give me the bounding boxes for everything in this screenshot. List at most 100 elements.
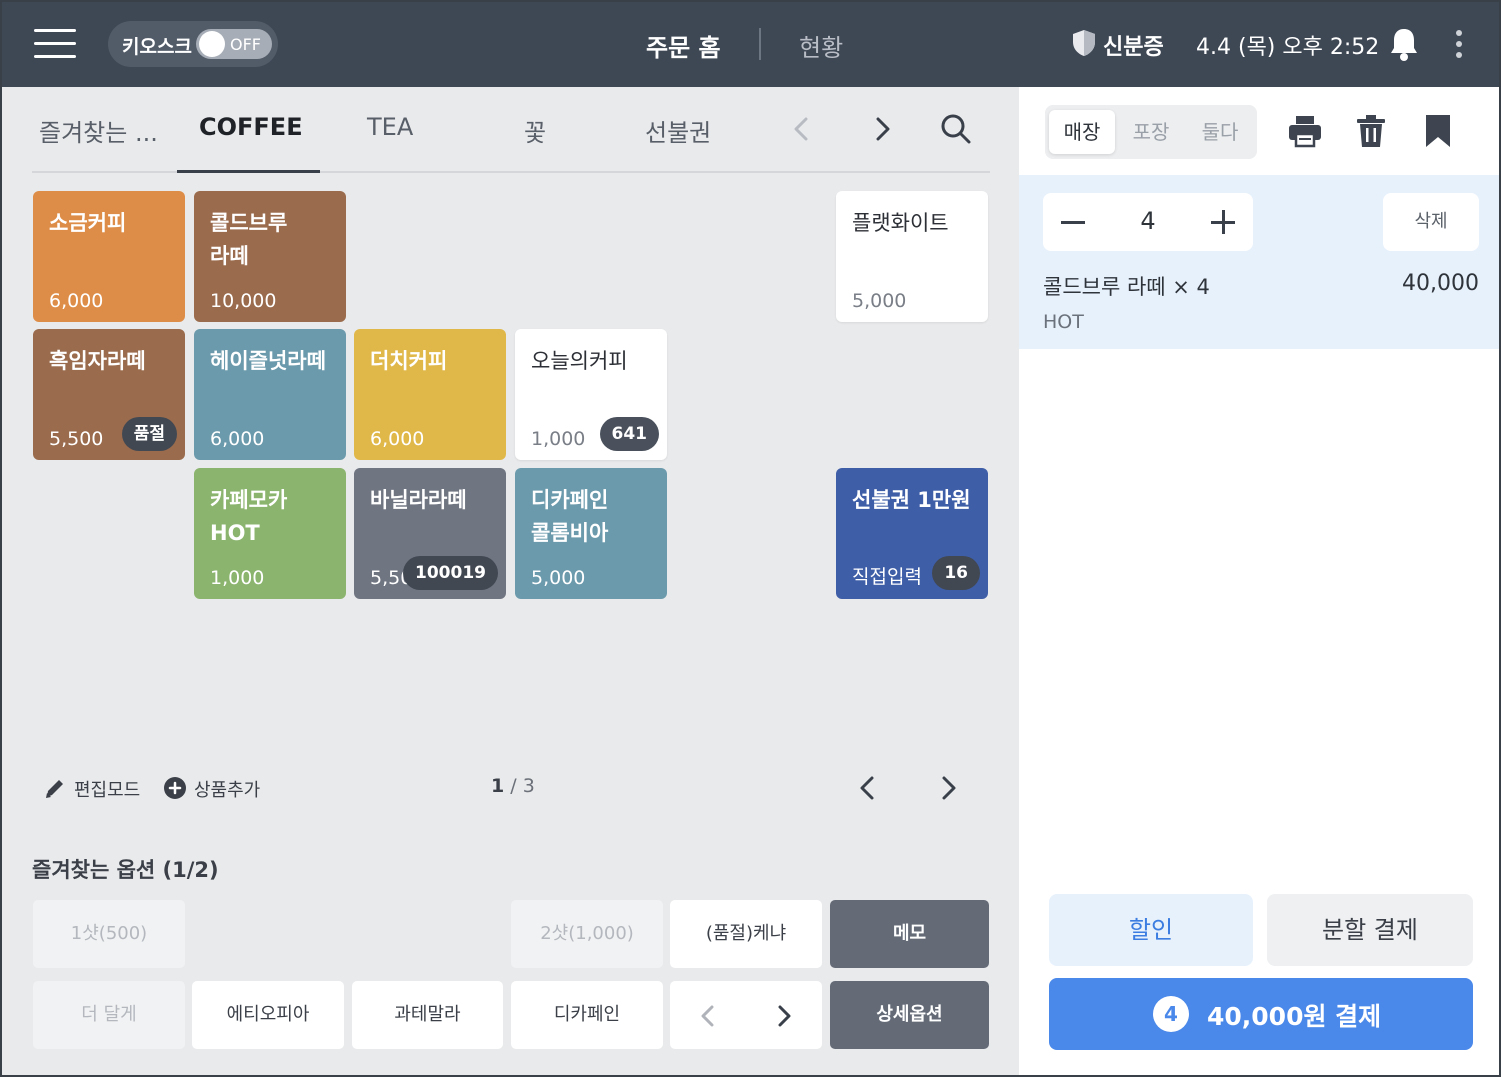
plus-circle-icon: [164, 777, 186, 799]
active-tab-indicator: [177, 170, 320, 173]
detail-options-button[interactable]: 상세옵션: [830, 981, 989, 1049]
product-name: 소금커피: [49, 211, 127, 235]
nav-divider: [759, 28, 761, 60]
product-price: 5,000: [531, 567, 586, 589]
product-name: 오늘의커피: [531, 349, 628, 373]
product-name: 흑임자라떼: [49, 349, 146, 373]
product-tile[interactable]: 오늘의커피 1,000 641: [515, 329, 667, 460]
kiosk-label: 키오스크: [122, 36, 192, 58]
order-item-name: 콜드브루 라떼 × 4: [1043, 275, 1210, 299]
order-panel: 매장 포장 둘다 4 삭제 콜드브루 라떼 × 4 40,000 HOT 할인 …: [1019, 87, 1499, 1075]
id-card-button[interactable]: 신분증: [1103, 29, 1164, 61]
page-indicator: 1 / 3: [491, 775, 535, 797]
search-icon[interactable]: [940, 113, 972, 145]
product-price: 6,000: [370, 428, 425, 450]
order-type-both[interactable]: 둘다: [1187, 110, 1253, 154]
product-price: 1,000: [531, 428, 586, 450]
option-button[interactable]: (품절)케냐: [670, 900, 822, 968]
page-current: 1: [491, 775, 505, 797]
chevron-right-icon[interactable]: [934, 772, 962, 804]
edit-mode-label: 편집모드: [74, 780, 141, 801]
quantity-stepper: 4: [1043, 193, 1253, 251]
hamburger-icon[interactable]: [34, 29, 76, 59]
plus-icon-vertical[interactable]: [1222, 210, 1225, 234]
chevron-right-icon[interactable]: [772, 1003, 796, 1029]
pay-item-count: 4: [1153, 996, 1189, 1032]
product-tile[interactable]: 흑임자라떼 5,500 품절: [33, 329, 185, 460]
product-price: 6,000: [49, 290, 104, 312]
product-tile[interactable]: 선불권 1만원 직접입력 16: [836, 468, 988, 599]
category-tabs: 즐겨찾는 ... COFFEE TEA 꽃 선불권: [32, 87, 990, 173]
kiosk-state: OFF: [230, 35, 261, 54]
top-bar: 키오스크 OFF 주문 홈 현황 신분증 4.4 (목) 오후 2:52: [2, 2, 1499, 87]
printer-icon[interactable]: [1287, 113, 1323, 149]
favorite-options-title: 즐겨찾는 옵션 (1/2): [32, 858, 219, 882]
product-name: 플랫화이트: [852, 211, 949, 235]
tab-flower[interactable]: 꽃: [524, 113, 546, 148]
trash-icon[interactable]: [1353, 113, 1389, 149]
product-price: 직접입력: [852, 566, 922, 588]
datetime: 4.4 (목) 오후 2:52: [1196, 35, 1380, 60]
product-tile[interactable]: 카페모카 HOT 1,000: [194, 468, 346, 599]
product-tile[interactable]: 디카페인 콜롬비아 5,000: [515, 468, 667, 599]
option-pager: [670, 981, 822, 1049]
product-name: 헤이즐넛라떼: [210, 349, 326, 373]
pencil-icon: [46, 780, 63, 798]
option-button[interactable]: 디카페인: [511, 981, 663, 1049]
shield-icon[interactable]: [1072, 29, 1096, 57]
product-name: 선불권 1만원: [852, 488, 971, 512]
option-button[interactable]: 더 달게: [33, 981, 185, 1049]
option-button[interactable]: 에티오피아: [192, 981, 344, 1049]
tab-coffee[interactable]: COFFEE: [199, 113, 303, 141]
product-price: 10,000: [210, 290, 277, 312]
order-type-segment: 매장 포장 둘다: [1045, 105, 1257, 159]
option-button[interactable]: 2샷(1,000): [511, 900, 663, 968]
product-tile[interactable]: 바닐라라떼 5,50 100019: [354, 468, 506, 599]
tab-favorites[interactable]: 즐겨찾는 ...: [39, 113, 158, 148]
chevron-left-icon[interactable]: [696, 1003, 720, 1029]
option-button[interactable]: 1샷(500): [33, 900, 185, 968]
bookmark-icon[interactable]: [1420, 113, 1456, 149]
order-type-dine-in[interactable]: 매장: [1049, 110, 1115, 154]
product-price: 5,000: [852, 290, 907, 312]
chevron-left-icon[interactable]: [854, 772, 882, 804]
product-price: 5,500: [49, 428, 104, 450]
order-line-item[interactable]: 4 삭제: [1019, 175, 1499, 349]
product-name: 콜드브루 라떼: [210, 211, 288, 268]
product-tile[interactable]: 콜드브루 라떼 10,000: [194, 191, 346, 322]
page-total: / 3: [504, 775, 535, 797]
order-item-option: HOT: [1043, 311, 1084, 333]
sold-out-badge: 품절: [121, 417, 177, 451]
product-tile[interactable]: 더치커피 6,000: [354, 329, 506, 460]
pay-button[interactable]: 4 40,000원 결제: [1049, 978, 1473, 1050]
discount-button[interactable]: 할인: [1049, 894, 1253, 966]
stock-badge: 16: [932, 556, 980, 590]
pos-screen: 키오스크 OFF 주문 홈 현황 신분증 4.4 (목) 오후 2:52 즐겨찾…: [0, 0, 1501, 1077]
bell-icon[interactable]: [1388, 26, 1420, 62]
delete-item-button[interactable]: 삭제: [1383, 193, 1479, 251]
product-tile[interactable]: 헤이즐넛라떼 6,000: [194, 329, 346, 460]
add-product-label: 상품추가: [194, 780, 261, 801]
product-tile[interactable]: 소금커피 6,000: [33, 191, 185, 322]
order-item-total: 40,000: [1402, 271, 1479, 296]
kiosk-toggle-group[interactable]: 키오스크 OFF: [108, 21, 278, 67]
tab-tea[interactable]: TEA: [367, 113, 413, 141]
more-vertical-icon[interactable]: [1452, 30, 1466, 58]
chevron-right-icon[interactable]: [868, 114, 896, 144]
nav-order-home[interactable]: 주문 홈: [646, 28, 721, 63]
kiosk-toggle-switch[interactable]: OFF: [196, 29, 272, 59]
product-name: 카페모카 HOT: [210, 488, 288, 545]
stock-badge: 100019: [403, 556, 498, 590]
product-tile[interactable]: 플랫화이트 5,000: [836, 191, 988, 322]
product-price: 1,000: [210, 567, 265, 589]
chevron-left-icon[interactable]: [788, 114, 816, 144]
product-name: 더치커피: [370, 349, 448, 373]
pay-label: 40,000원 결제: [1207, 1002, 1382, 1031]
tab-prepaid[interactable]: 선불권: [645, 113, 711, 148]
nav-status[interactable]: 현황: [799, 28, 843, 63]
split-payment-button[interactable]: 분할 결제: [1267, 894, 1473, 966]
order-type-takeout[interactable]: 포장: [1118, 110, 1184, 154]
product-name: 디카페인 콜롬비아: [531, 488, 609, 545]
memo-button[interactable]: 메모: [830, 900, 989, 968]
option-button[interactable]: 과테말라: [352, 981, 503, 1049]
